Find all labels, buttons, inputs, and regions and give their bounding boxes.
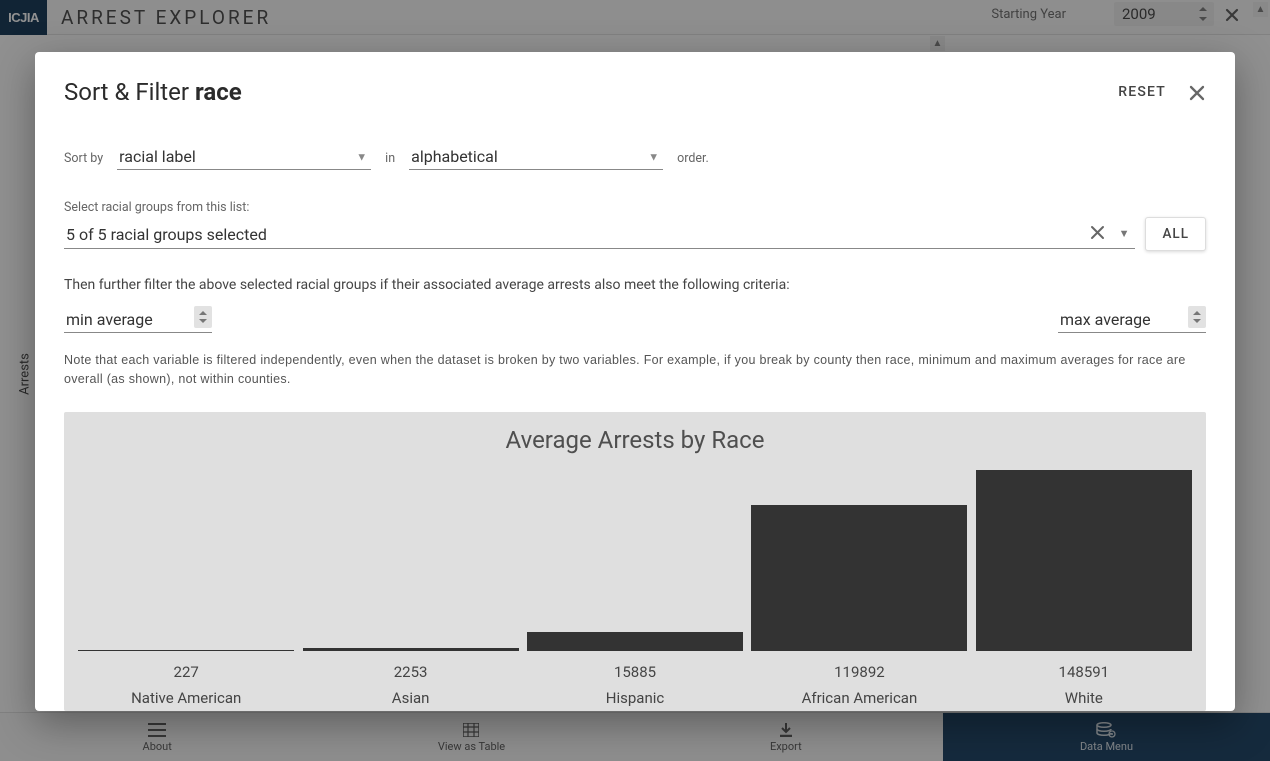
chevron-down-icon: ▼	[648, 150, 659, 163]
order-suffix: order.	[677, 151, 709, 170]
bar-col: 227 Native American	[76, 470, 296, 711]
reset-button[interactable]: RESET	[1118, 84, 1166, 100]
bar-label: Native American	[76, 689, 296, 711]
bar-label: Asian	[300, 689, 520, 711]
sort-row: Sort by racial label ▼ in alphabetical ▼…	[64, 144, 1206, 170]
groups-row: 5 of 5 racial groups selected ▼ ALL	[64, 217, 1206, 249]
sort-order-select[interactable]: alphabetical ▼	[409, 144, 663, 170]
sort-filter-modal: Sort & Filter race RESET Sort by racial …	[35, 52, 1235, 711]
chart-card: Average Arrests by Race 227 Native Ameri…	[64, 412, 1206, 711]
chevron-down-icon: ▼	[356, 150, 367, 163]
bar-value: 2253	[300, 651, 520, 689]
sort-by-value: racial label	[119, 147, 196, 166]
spinner-icon[interactable]	[194, 306, 212, 328]
bar-col: 2253 Asian	[300, 470, 520, 711]
sort-by-select[interactable]: racial label ▼	[117, 144, 371, 170]
bar-value: 227	[76, 651, 296, 689]
groups-label: Select racial groups from this list:	[64, 200, 1206, 215]
modal-title: Sort & Filter race	[64, 78, 242, 106]
filter-note: Note that each variable is filtered inde…	[64, 351, 1206, 390]
bar	[976, 470, 1192, 651]
modal-title-variable: race	[195, 78, 242, 106]
bars-area: 227 Native American 2253 Asian 15885 His…	[76, 470, 1194, 711]
sort-order-value: alphabetical	[411, 147, 498, 166]
groups-value: 5 of 5 racial groups selected	[66, 225, 267, 244]
max-average-input[interactable]: max average	[1058, 307, 1206, 333]
chevron-down-icon: ▼	[1119, 227, 1130, 240]
select-all-button[interactable]: ALL	[1145, 217, 1206, 251]
groups-multiselect[interactable]: 5 of 5 racial groups selected ▼	[64, 221, 1135, 249]
sort-by-label: Sort by	[64, 151, 103, 170]
bar-value: 148591	[974, 651, 1194, 689]
close-icon[interactable]	[1188, 81, 1206, 104]
spinner-icon[interactable]	[1188, 306, 1206, 328]
bar-label: Hispanic	[525, 689, 745, 711]
minmax-row: min average max average	[64, 307, 1206, 333]
min-average-input[interactable]: min average	[64, 307, 212, 333]
chart-title: Average Arrests by Race	[76, 426, 1194, 454]
criteria-text: Then further filter the above selected r…	[64, 277, 1206, 293]
in-label: in	[385, 151, 395, 170]
bar-value: 119892	[749, 651, 969, 689]
bar-label: African American	[749, 689, 969, 711]
bar	[751, 505, 967, 651]
bar	[527, 632, 743, 651]
max-average-placeholder: max average	[1060, 310, 1151, 329]
min-average-placeholder: min average	[66, 310, 153, 329]
bar-col: 119892 African American	[749, 470, 969, 711]
clear-icon[interactable]	[1090, 222, 1105, 242]
bar-col: 15885 Hispanic	[525, 470, 745, 711]
modal-title-prefix: Sort & Filter	[64, 78, 195, 106]
bar-col: 148591 White	[974, 470, 1194, 711]
bar-label: White	[974, 689, 1194, 711]
modal-header: Sort & Filter race RESET	[64, 78, 1206, 106]
bar-value: 15885	[525, 651, 745, 689]
